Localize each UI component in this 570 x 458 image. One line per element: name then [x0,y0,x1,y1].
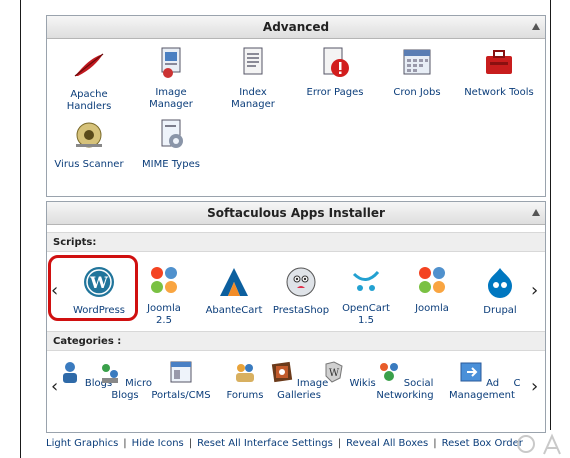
forums-icon [236,364,254,382]
collapse-arrow-icon[interactable] [532,209,540,216]
social-networking-icon [379,363,398,381]
error-pages-tile[interactable]: Error Pages [297,46,373,99]
watermark-logo-icon [517,433,561,455]
opencart-icon [352,270,380,291]
category-social-networking[interactable]: Social Networking [375,360,435,402]
category-label: Forums [226,390,264,401]
joomla-icon [151,267,177,293]
separator: | [433,438,437,449]
virus-scanner-tile[interactable]: Virus Scanner [51,118,127,171]
separator: | [337,438,342,449]
scripts-section-label: Scripts: [47,232,545,252]
mime-types-icon [161,119,183,148]
apache-handlers-label: Apache Handlers [66,89,112,112]
script-abantecart[interactable]: AbanteCart [201,266,267,317]
softaculous-panel-header[interactable]: Softaculous Apps Installer [47,202,545,225]
wikis-icon: W [325,361,343,383]
categories-section-label: Categories : [47,331,545,351]
advanced-panel-title: Advanced [262,20,330,34]
error-pages-label: Error Pages [306,87,364,98]
abantecart-icon [220,268,248,296]
collapse-arrow-icon[interactable] [532,23,540,30]
script-joomla[interactable]: Joomla [399,264,465,315]
script-label: Joomla [415,303,449,314]
script-opencart-1-5[interactable]: OpenCart 1.5 [333,264,399,327]
reset-box-order-link[interactable]: Reset Box Order [442,438,523,449]
advanced-panel: Advanced Apache Handlers Image Manager I… [46,15,546,197]
cron-jobs-icon [403,49,431,75]
index-manager-tile[interactable]: Index Manager [215,46,291,111]
page-border-right [550,0,551,430]
script-drupal[interactable]: Drupal [467,266,533,317]
script-prestashop[interactable]: PrestaShop [268,266,334,317]
separator: | [188,438,193,449]
image-manager-label: Image Manager [149,87,193,110]
prestashop-icon [286,267,316,297]
apache-handlers-tile[interactable]: Apache Handlers [51,48,127,113]
category-forums[interactable]: Forums [215,360,275,402]
joomla-icon [419,267,445,293]
footer-links: Light Graphics | Hide Icons | Reset All Inte… [46,438,523,449]
category-label: C [513,378,521,389]
categories-next-arrow-icon[interactable]: › [531,376,538,397]
category-label: Portals/CMS [151,390,211,401]
blogs-icon [62,362,77,383]
image-manager-icon [161,47,181,78]
page-border-left [20,0,21,458]
portals-icon [170,361,192,383]
index-manager-label: Index Manager [231,87,275,110]
script-label: OpenCart 1.5 [342,303,390,326]
advanced-panel-header[interactable]: Advanced [47,16,545,39]
image-manager-tile[interactable]: Image Manager [133,46,209,111]
hide-icons-link[interactable]: Hide Icons [132,438,184,449]
mime-types-label: MIME Types [142,159,200,170]
mime-types-tile[interactable]: MIME Types [133,118,209,171]
category-ad-management[interactable]: Ad Management [449,360,515,402]
index-manager-icon [243,47,263,75]
virus-scanner-label: Virus Scanner [54,159,124,170]
virus-scanner-icon [76,122,102,148]
script-label: Drupal [483,305,517,316]
script-label: AbanteCart [205,305,263,316]
cron-jobs-label: Cron Jobs [393,87,441,98]
category-portals-cms[interactable]: Portals/CMS [151,360,211,402]
script-label: Joomla 2.5 [147,303,181,326]
reset-box-label: Reset Box [441,438,492,449]
feather-icon [74,53,104,77]
wordpress-highlight [48,255,138,321]
softaculous-panel-title: Softaculous Apps Installer [207,206,385,220]
cron-jobs-tile[interactable]: Cron Jobs [379,46,455,99]
script-joomla-2-5[interactable]: Joomla 2.5 [131,264,197,327]
category-micro-blogs[interactable]: Micro Blogs [95,360,155,402]
reset-interface-link[interactable]: Reset All Interface Settings [197,438,333,449]
light-graphics-link[interactable]: Light Graphics [46,438,118,449]
separator: | [123,438,127,449]
network-tools-icon [486,50,512,74]
svg-text:W: W [329,368,340,379]
drupal-icon [488,268,512,298]
image-galleries-icon [271,361,292,383]
reveal-boxes-link[interactable]: Reveal All Boxes [346,438,428,449]
network-tools-tile[interactable]: Network Tools [461,46,537,99]
error-pages-icon [323,47,349,77]
micro-blogs-icon [101,364,118,383]
category-label: Wikis [349,378,376,389]
category-wikis[interactable]: W Wikis [319,360,379,390]
script-label: PrestaShop [272,305,330,316]
ad-management-icon [460,362,482,382]
network-tools-label: Network Tools [464,87,534,98]
category-cut-off[interactable]: C [507,378,527,390]
